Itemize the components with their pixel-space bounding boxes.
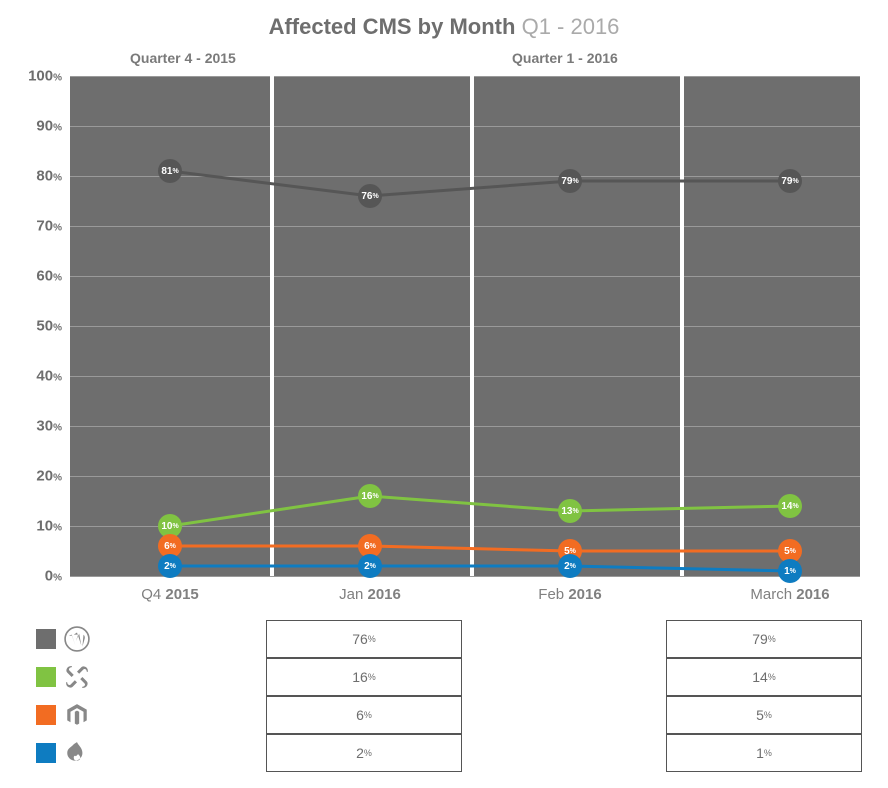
- legend-row: 6% 5%: [36, 696, 860, 734]
- y-axis-tick: 40%: [22, 368, 62, 385]
- x-axis-label: Q4 2015: [141, 586, 199, 603]
- data-point: 16%: [358, 484, 382, 508]
- magento-icon: [64, 702, 90, 728]
- legend-row: 2% 1%: [36, 734, 860, 772]
- x-axis-label: Jan 2016: [339, 586, 401, 603]
- legend-swatch: [36, 743, 56, 763]
- legend-cell: 5%: [666, 696, 862, 734]
- y-axis-tick: 80%: [22, 168, 62, 185]
- joomla-icon: [64, 664, 90, 690]
- legend-swatch: [36, 629, 56, 649]
- drupal-icon: [64, 740, 90, 766]
- section-label-left: Quarter 4 - 2015: [130, 50, 236, 66]
- data-point: 76%: [358, 184, 382, 208]
- data-point: 2%: [558, 554, 582, 578]
- y-axis-tick: 30%: [22, 418, 62, 435]
- x-axis-label: March 2016: [750, 586, 829, 603]
- y-axis-tick: 70%: [22, 218, 62, 235]
- data-point: 13%: [558, 499, 582, 523]
- data-point: 79%: [778, 169, 802, 193]
- data-point: 1%: [778, 559, 802, 583]
- data-point: 14%: [778, 494, 802, 518]
- y-axis-tick: 90%: [22, 118, 62, 135]
- series-line: [170, 496, 790, 526]
- data-point: 2%: [158, 554, 182, 578]
- series-line: [170, 171, 790, 196]
- y-axis-tick: 0%: [22, 568, 62, 585]
- y-axis-tick: 20%: [22, 468, 62, 485]
- legend-swatch: [36, 705, 56, 725]
- wordpress-icon: [64, 626, 90, 652]
- section-label-right: Quarter 1 - 2016: [512, 50, 618, 66]
- legend-cell: 1%: [666, 734, 862, 772]
- legend-cell: 14%: [666, 658, 862, 696]
- y-axis-tick: 60%: [22, 268, 62, 285]
- data-point: 2%: [358, 554, 382, 578]
- legend-cell: 79%: [666, 620, 862, 658]
- legend-row: 16% 14%: [36, 658, 860, 696]
- legend-cell: 16%: [266, 658, 462, 696]
- legend-cell: 6%: [266, 696, 462, 734]
- y-axis-tick: 100%: [22, 68, 62, 85]
- chart-title: Affected CMS by Month Q1 - 2016: [0, 14, 888, 40]
- chart-plot: 81%76%79%79%10%16%13%14%6%6%5%5%2%2%2%1%: [70, 76, 860, 576]
- legend-cell: 76%: [266, 620, 462, 658]
- legend-swatch: [36, 667, 56, 687]
- y-axis-tick: 10%: [22, 518, 62, 535]
- gridline: [70, 576, 860, 577]
- series-line: [170, 566, 790, 571]
- legend-table: 76% 79% 16% 14% 6% 5% 2% 1%: [36, 620, 860, 772]
- y-axis-tick: 50%: [22, 318, 62, 335]
- x-axis-label: Feb 2016: [538, 586, 601, 603]
- legend-cell: 2%: [266, 734, 462, 772]
- data-point: 79%: [558, 169, 582, 193]
- data-point: 81%: [158, 159, 182, 183]
- legend-row: 76% 79%: [36, 620, 860, 658]
- series-line: [170, 546, 790, 551]
